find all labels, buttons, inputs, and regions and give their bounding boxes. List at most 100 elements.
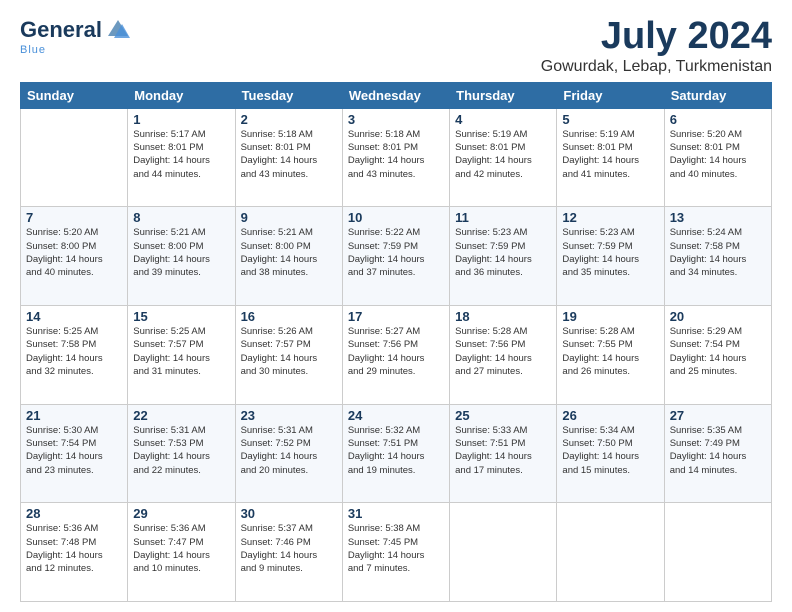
logo-general: General [20, 19, 102, 41]
day-number: 4 [455, 112, 551, 127]
calendar-table: Sunday Monday Tuesday Wednesday Thursday… [20, 82, 772, 602]
header-monday: Monday [128, 82, 235, 108]
day-info: Sunrise: 5:23 AM Sunset: 7:59 PM Dayligh… [455, 226, 551, 279]
day-info: Sunrise: 5:21 AM Sunset: 8:00 PM Dayligh… [133, 226, 229, 279]
header-friday: Friday [557, 82, 664, 108]
main-title: July 2024 [541, 16, 772, 58]
header-tuesday: Tuesday [235, 82, 342, 108]
day-info: Sunrise: 5:22 AM Sunset: 7:59 PM Dayligh… [348, 226, 444, 279]
day-cell: 11Sunrise: 5:23 AM Sunset: 7:59 PM Dayli… [450, 207, 557, 306]
day-cell: 22Sunrise: 5:31 AM Sunset: 7:53 PM Dayli… [128, 404, 235, 503]
header-sunday: Sunday [21, 82, 128, 108]
day-info: Sunrise: 5:20 AM Sunset: 8:00 PM Dayligh… [26, 226, 122, 279]
day-number: 8 [133, 210, 229, 225]
day-number: 9 [241, 210, 337, 225]
day-number: 1 [133, 112, 229, 127]
day-number: 27 [670, 408, 766, 423]
day-info: Sunrise: 5:29 AM Sunset: 7:54 PM Dayligh… [670, 325, 766, 378]
day-info: Sunrise: 5:31 AM Sunset: 7:53 PM Dayligh… [133, 424, 229, 477]
logo-blue: Blue [20, 44, 46, 56]
day-info: Sunrise: 5:33 AM Sunset: 7:51 PM Dayligh… [455, 424, 551, 477]
day-cell: 29Sunrise: 5:36 AM Sunset: 7:47 PM Dayli… [128, 503, 235, 602]
day-number: 24 [348, 408, 444, 423]
day-number: 31 [348, 506, 444, 521]
day-number: 5 [562, 112, 658, 127]
day-cell: 10Sunrise: 5:22 AM Sunset: 7:59 PM Dayli… [342, 207, 449, 306]
day-cell: 17Sunrise: 5:27 AM Sunset: 7:56 PM Dayli… [342, 306, 449, 405]
day-cell: 14Sunrise: 5:25 AM Sunset: 7:58 PM Dayli… [21, 306, 128, 405]
title-block: July 2024 Gowurdak, Lebap, Turkmenistan [541, 16, 772, 76]
day-number: 11 [455, 210, 551, 225]
week-row-0: 1Sunrise: 5:17 AM Sunset: 8:01 PM Daylig… [21, 108, 772, 207]
day-info: Sunrise: 5:17 AM Sunset: 8:01 PM Dayligh… [133, 128, 229, 181]
day-info: Sunrise: 5:34 AM Sunset: 7:50 PM Dayligh… [562, 424, 658, 477]
day-number: 21 [26, 408, 122, 423]
day-cell: 18Sunrise: 5:28 AM Sunset: 7:56 PM Dayli… [450, 306, 557, 405]
day-cell: 24Sunrise: 5:32 AM Sunset: 7:51 PM Dayli… [342, 404, 449, 503]
logo: General Blue [20, 16, 132, 56]
day-info: Sunrise: 5:18 AM Sunset: 8:01 PM Dayligh… [241, 128, 337, 181]
day-number: 2 [241, 112, 337, 127]
day-info: Sunrise: 5:30 AM Sunset: 7:54 PM Dayligh… [26, 424, 122, 477]
day-cell: 4Sunrise: 5:19 AM Sunset: 8:01 PM Daylig… [450, 108, 557, 207]
day-info: Sunrise: 5:19 AM Sunset: 8:01 PM Dayligh… [562, 128, 658, 181]
day-number: 6 [670, 112, 766, 127]
day-cell: 13Sunrise: 5:24 AM Sunset: 7:58 PM Dayli… [664, 207, 771, 306]
day-cell: 12Sunrise: 5:23 AM Sunset: 7:59 PM Dayli… [557, 207, 664, 306]
header-saturday: Saturday [664, 82, 771, 108]
day-cell: 3Sunrise: 5:18 AM Sunset: 8:01 PM Daylig… [342, 108, 449, 207]
day-number: 26 [562, 408, 658, 423]
day-number: 7 [26, 210, 122, 225]
day-cell: 8Sunrise: 5:21 AM Sunset: 8:00 PM Daylig… [128, 207, 235, 306]
week-row-2: 14Sunrise: 5:25 AM Sunset: 7:58 PM Dayli… [21, 306, 772, 405]
day-number: 12 [562, 210, 658, 225]
day-info: Sunrise: 5:18 AM Sunset: 8:01 PM Dayligh… [348, 128, 444, 181]
day-info: Sunrise: 5:24 AM Sunset: 7:58 PM Dayligh… [670, 226, 766, 279]
day-cell: 16Sunrise: 5:26 AM Sunset: 7:57 PM Dayli… [235, 306, 342, 405]
day-cell: 15Sunrise: 5:25 AM Sunset: 7:57 PM Dayli… [128, 306, 235, 405]
day-cell: 28Sunrise: 5:36 AM Sunset: 7:48 PM Dayli… [21, 503, 128, 602]
day-cell [664, 503, 771, 602]
week-row-3: 21Sunrise: 5:30 AM Sunset: 7:54 PM Dayli… [21, 404, 772, 503]
day-cell: 27Sunrise: 5:35 AM Sunset: 7:49 PM Dayli… [664, 404, 771, 503]
day-cell: 9Sunrise: 5:21 AM Sunset: 8:00 PM Daylig… [235, 207, 342, 306]
day-cell: 31Sunrise: 5:38 AM Sunset: 7:45 PM Dayli… [342, 503, 449, 602]
day-number: 10 [348, 210, 444, 225]
day-number: 17 [348, 309, 444, 324]
day-cell: 23Sunrise: 5:31 AM Sunset: 7:52 PM Dayli… [235, 404, 342, 503]
day-number: 30 [241, 506, 337, 521]
day-cell: 19Sunrise: 5:28 AM Sunset: 7:55 PM Dayli… [557, 306, 664, 405]
day-cell [21, 108, 128, 207]
day-info: Sunrise: 5:36 AM Sunset: 7:48 PM Dayligh… [26, 522, 122, 575]
day-info: Sunrise: 5:32 AM Sunset: 7:51 PM Dayligh… [348, 424, 444, 477]
day-info: Sunrise: 5:20 AM Sunset: 8:01 PM Dayligh… [670, 128, 766, 181]
day-info: Sunrise: 5:31 AM Sunset: 7:52 PM Dayligh… [241, 424, 337, 477]
day-number: 14 [26, 309, 122, 324]
day-info: Sunrise: 5:25 AM Sunset: 7:57 PM Dayligh… [133, 325, 229, 378]
day-cell: 5Sunrise: 5:19 AM Sunset: 8:01 PM Daylig… [557, 108, 664, 207]
header: General Blue July 2024 Gowurdak, Lebap, … [20, 16, 772, 76]
day-info: Sunrise: 5:36 AM Sunset: 7:47 PM Dayligh… [133, 522, 229, 575]
day-info: Sunrise: 5:28 AM Sunset: 7:56 PM Dayligh… [455, 325, 551, 378]
day-cell: 21Sunrise: 5:30 AM Sunset: 7:54 PM Dayli… [21, 404, 128, 503]
day-number: 15 [133, 309, 229, 324]
day-number: 23 [241, 408, 337, 423]
day-number: 18 [455, 309, 551, 324]
day-cell: 26Sunrise: 5:34 AM Sunset: 7:50 PM Dayli… [557, 404, 664, 503]
day-number: 28 [26, 506, 122, 521]
day-cell: 30Sunrise: 5:37 AM Sunset: 7:46 PM Dayli… [235, 503, 342, 602]
day-number: 16 [241, 309, 337, 324]
day-cell [557, 503, 664, 602]
week-row-4: 28Sunrise: 5:36 AM Sunset: 7:48 PM Dayli… [21, 503, 772, 602]
day-number: 19 [562, 309, 658, 324]
header-wednesday: Wednesday [342, 82, 449, 108]
day-info: Sunrise: 5:25 AM Sunset: 7:58 PM Dayligh… [26, 325, 122, 378]
day-number: 13 [670, 210, 766, 225]
day-info: Sunrise: 5:27 AM Sunset: 7:56 PM Dayligh… [348, 325, 444, 378]
day-number: 3 [348, 112, 444, 127]
day-cell: 1Sunrise: 5:17 AM Sunset: 8:01 PM Daylig… [128, 108, 235, 207]
day-info: Sunrise: 5:26 AM Sunset: 7:57 PM Dayligh… [241, 325, 337, 378]
day-cell: 6Sunrise: 5:20 AM Sunset: 8:01 PM Daylig… [664, 108, 771, 207]
day-info: Sunrise: 5:23 AM Sunset: 7:59 PM Dayligh… [562, 226, 658, 279]
day-number: 29 [133, 506, 229, 521]
